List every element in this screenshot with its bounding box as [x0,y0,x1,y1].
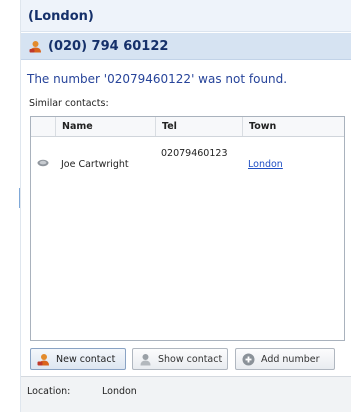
table-header: Name Tel Town [31,117,344,137]
phone-person-icon [29,41,41,53]
column-header-town[interactable]: Town [242,117,344,136]
add-icon [242,353,255,366]
show-contact-label: Show contact [158,354,223,365]
show-contact-button[interactable]: Show contact [132,348,228,370]
panel-title: (London) [28,9,94,24]
column-header-tel[interactable]: Tel [155,117,242,136]
not-found-message: The number '02079460122' was not found. [27,72,288,86]
add-number-label: Add number [261,354,320,365]
title-bar: (London) [21,0,351,32]
left-edge [0,0,20,412]
column-header-icon[interactable] [31,117,55,136]
phone-number: (020) 794 60122 [48,39,169,54]
location-label: Location: [27,386,71,397]
new-contact-button[interactable]: New contact [30,348,126,370]
contact-town-link[interactable]: London [248,159,283,170]
table-row[interactable]: Joe Cartwright 02079460123 London [31,145,344,175]
location-footer: Location: London [21,376,351,412]
action-buttons: New contact Show contact Add number [30,348,350,370]
new-contact-icon [37,354,49,366]
caller-panel: (London) (020) 794 60122 The number '020… [20,0,351,412]
contact-tel: 02079460123 [161,148,228,159]
contact-card-icon [37,159,49,167]
contact-name: Joe Cartwright [61,159,129,170]
add-number-button[interactable]: Add number [235,348,335,370]
column-header-name[interactable]: Name [55,117,155,136]
show-contact-icon [140,354,151,366]
location-value: London [102,386,137,397]
similar-contacts-table: Name Tel Town Joe Cartwright 02079460123… [30,116,345,341]
phone-number-bar: (020) 794 60122 [21,33,351,60]
new-contact-label: New contact [56,354,116,365]
similar-contacts-label: Similar contacts: [29,98,109,109]
